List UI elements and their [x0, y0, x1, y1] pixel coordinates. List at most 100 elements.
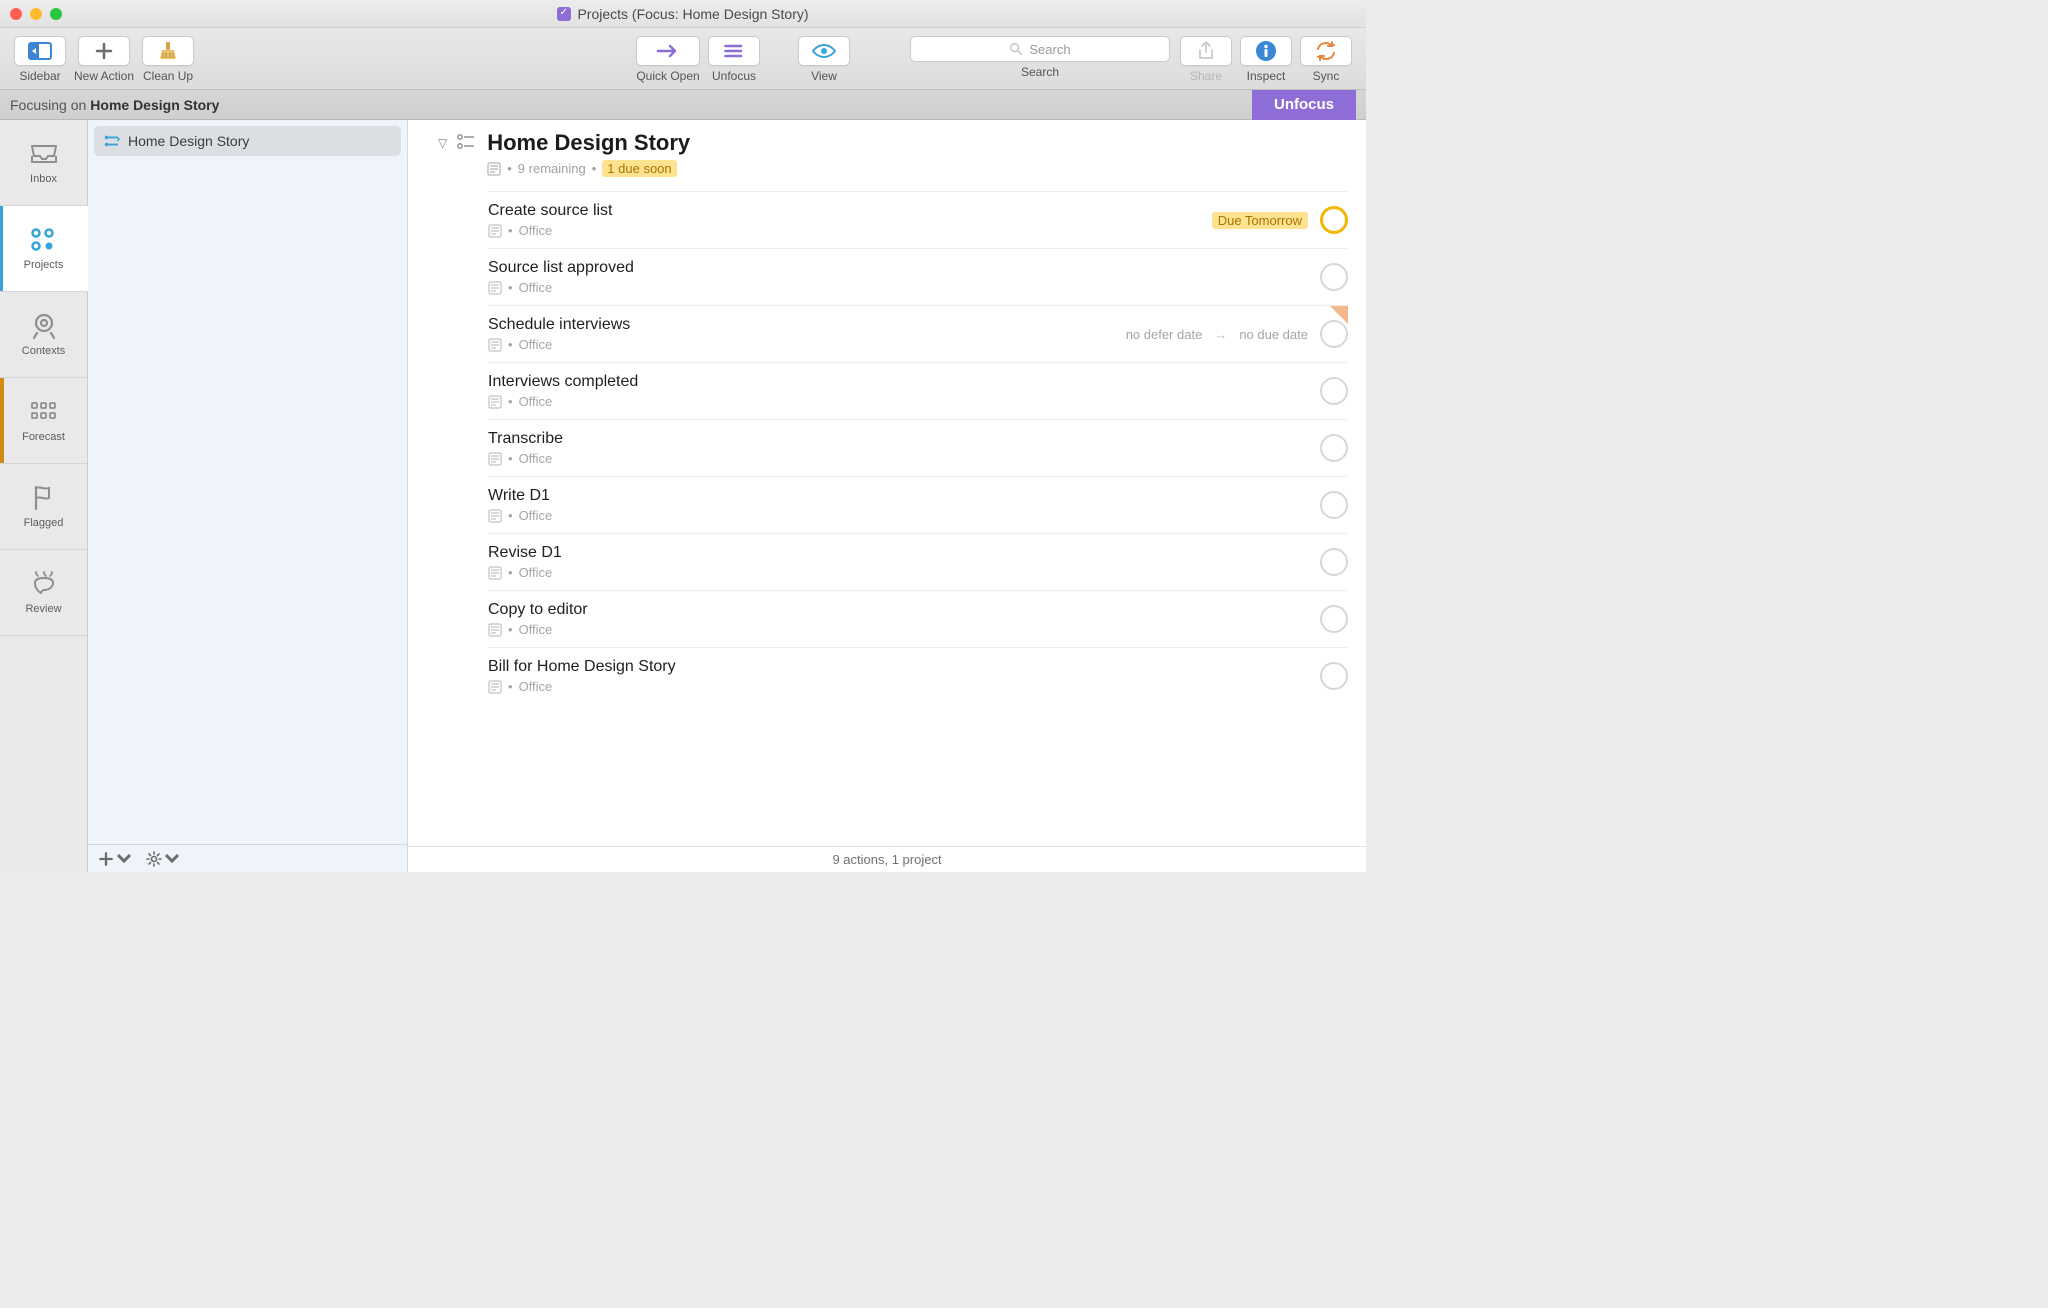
task-row[interactable]: Schedule interviews•Officeno defer date→…	[488, 305, 1348, 362]
quick-open-button[interactable]	[636, 36, 700, 66]
inbox-icon	[29, 141, 59, 167]
action-menu-button[interactable]	[146, 851, 180, 867]
minimize-window-button[interactable]	[30, 8, 42, 20]
note-icon[interactable]	[488, 509, 502, 523]
task-name: Write D1	[488, 487, 1320, 505]
status-circle[interactable]	[1320, 491, 1348, 519]
sync-label: Sync	[1313, 69, 1340, 83]
task-context: Office	[519, 679, 553, 694]
note-icon[interactable]	[488, 224, 502, 238]
task-row[interactable]: Copy to editor•Office	[488, 590, 1348, 647]
note-icon[interactable]	[488, 680, 502, 694]
sync-button[interactable]	[1300, 36, 1352, 66]
forecast-icon	[29, 399, 59, 425]
chevron-down-icon	[116, 851, 132, 867]
new-action-label: New Action	[74, 69, 134, 83]
note-icon[interactable]	[488, 395, 502, 409]
sidebar-project-name: Home Design Story	[128, 133, 249, 149]
rail-inbox-label: Inbox	[30, 173, 57, 185]
app-icon	[557, 7, 571, 21]
close-window-button[interactable]	[10, 8, 22, 20]
note-icon[interactable]	[488, 338, 502, 352]
task-row[interactable]: Write D1•Office	[488, 476, 1348, 533]
main-region: Inbox Projects Contexts Forecast Flagged	[0, 120, 1366, 872]
status-circle[interactable]	[1320, 320, 1348, 348]
arrow-icon: →	[1214, 327, 1227, 342]
task-row[interactable]: Source list approved•Office	[488, 248, 1348, 305]
add-menu-button[interactable]	[98, 851, 132, 867]
rail-inbox[interactable]: Inbox	[0, 120, 87, 206]
chevron-down-icon	[164, 851, 180, 867]
gear-icon	[146, 851, 162, 867]
unfocus-toolbar-button[interactable]	[708, 36, 760, 66]
status-circle[interactable]	[1320, 434, 1348, 462]
note-icon[interactable]	[488, 281, 502, 295]
inspect-button[interactable]	[1240, 36, 1292, 66]
task-name: Interviews completed	[488, 373, 1320, 391]
title-bar: Projects (Focus: Home Design Story)	[0, 0, 1366, 28]
view-label: View	[811, 69, 837, 83]
status-circle[interactable]	[1320, 605, 1348, 633]
status-circle[interactable]	[1320, 548, 1348, 576]
sidebar-button[interactable]	[14, 36, 66, 66]
focus-prefix: Focusing on	[10, 97, 86, 113]
rail-forecast[interactable]: Forecast	[0, 378, 87, 464]
rail-projects-label: Projects	[24, 259, 64, 271]
task-context: Office	[519, 622, 553, 637]
project-header: ▽ Home Design Story • 9 remaining • 1 du…	[438, 130, 1348, 185]
due-badge: Due Tomorrow	[1212, 212, 1308, 229]
task-row[interactable]: Create source list•OfficeDue Tomorrow	[488, 191, 1348, 248]
sequential-project-icon	[104, 134, 120, 148]
sidebar-project-row[interactable]: Home Design Story	[94, 126, 401, 156]
search-label: Search	[1021, 65, 1059, 79]
search-input[interactable]: Search	[910, 36, 1170, 62]
disclosure-triangle[interactable]: ▽	[438, 130, 447, 150]
task-context: Office	[519, 508, 553, 523]
rail-contexts[interactable]: Contexts	[0, 292, 87, 378]
note-icon[interactable]	[488, 452, 502, 466]
new-action-button[interactable]	[78, 36, 130, 66]
task-row[interactable]: Bill for Home Design Story•Office	[488, 647, 1348, 704]
note-icon[interactable]	[488, 623, 502, 637]
clean-up-button[interactable]	[142, 36, 194, 66]
window-title-text: Projects (Focus: Home Design Story)	[577, 6, 808, 22]
window-controls	[10, 8, 62, 20]
status-circle[interactable]	[1320, 377, 1348, 405]
rail-review[interactable]: Review	[0, 550, 87, 636]
task-row[interactable]: Revise D1•Office	[488, 533, 1348, 590]
view-button[interactable]	[798, 36, 850, 66]
status-circle[interactable]	[1320, 662, 1348, 690]
status-circle[interactable]	[1320, 206, 1348, 234]
unfocus-toolbar-label: Unfocus	[712, 69, 756, 83]
due-text: no due date	[1239, 327, 1308, 342]
search-placeholder: Search	[1029, 42, 1070, 57]
remaining-count: 9 remaining	[518, 161, 586, 176]
task-list: Create source list•OfficeDue TomorrowSou…	[488, 191, 1348, 704]
sidebar: Home Design Story	[88, 120, 408, 872]
rail-flagged[interactable]: Flagged	[0, 464, 87, 550]
defer-text: no defer date	[1126, 327, 1203, 342]
inspect-label: Inspect	[1247, 69, 1286, 83]
rail-projects[interactable]: Projects	[0, 206, 88, 292]
note-icon[interactable]	[487, 162, 501, 176]
note-icon[interactable]	[488, 566, 502, 580]
task-name: Transcribe	[488, 430, 1320, 448]
rail-forecast-label: Forecast	[22, 431, 65, 443]
unfocus-button[interactable]: Unfocus	[1252, 90, 1356, 120]
task-context: Office	[519, 337, 553, 352]
share-button[interactable]	[1180, 36, 1232, 66]
task-row[interactable]: Interviews completed•Office	[488, 362, 1348, 419]
task-name: Create source list	[488, 202, 1212, 220]
status-circle[interactable]	[1320, 263, 1348, 291]
project-title[interactable]: Home Design Story	[487, 130, 690, 156]
clean-up-label: Clean Up	[143, 69, 193, 83]
focus-project: Home Design Story	[90, 97, 219, 113]
task-context: Office	[519, 565, 553, 580]
due-soon-chip: 1 due soon	[602, 160, 676, 177]
flagged-icon	[29, 485, 59, 511]
toolbar: Sidebar New Action Clean Up Quick Open	[0, 28, 1366, 90]
maximize-window-button[interactable]	[50, 8, 62, 20]
task-row[interactable]: Transcribe•Office	[488, 419, 1348, 476]
quick-open-label: Quick Open	[636, 69, 699, 83]
task-context: Office	[519, 223, 553, 238]
